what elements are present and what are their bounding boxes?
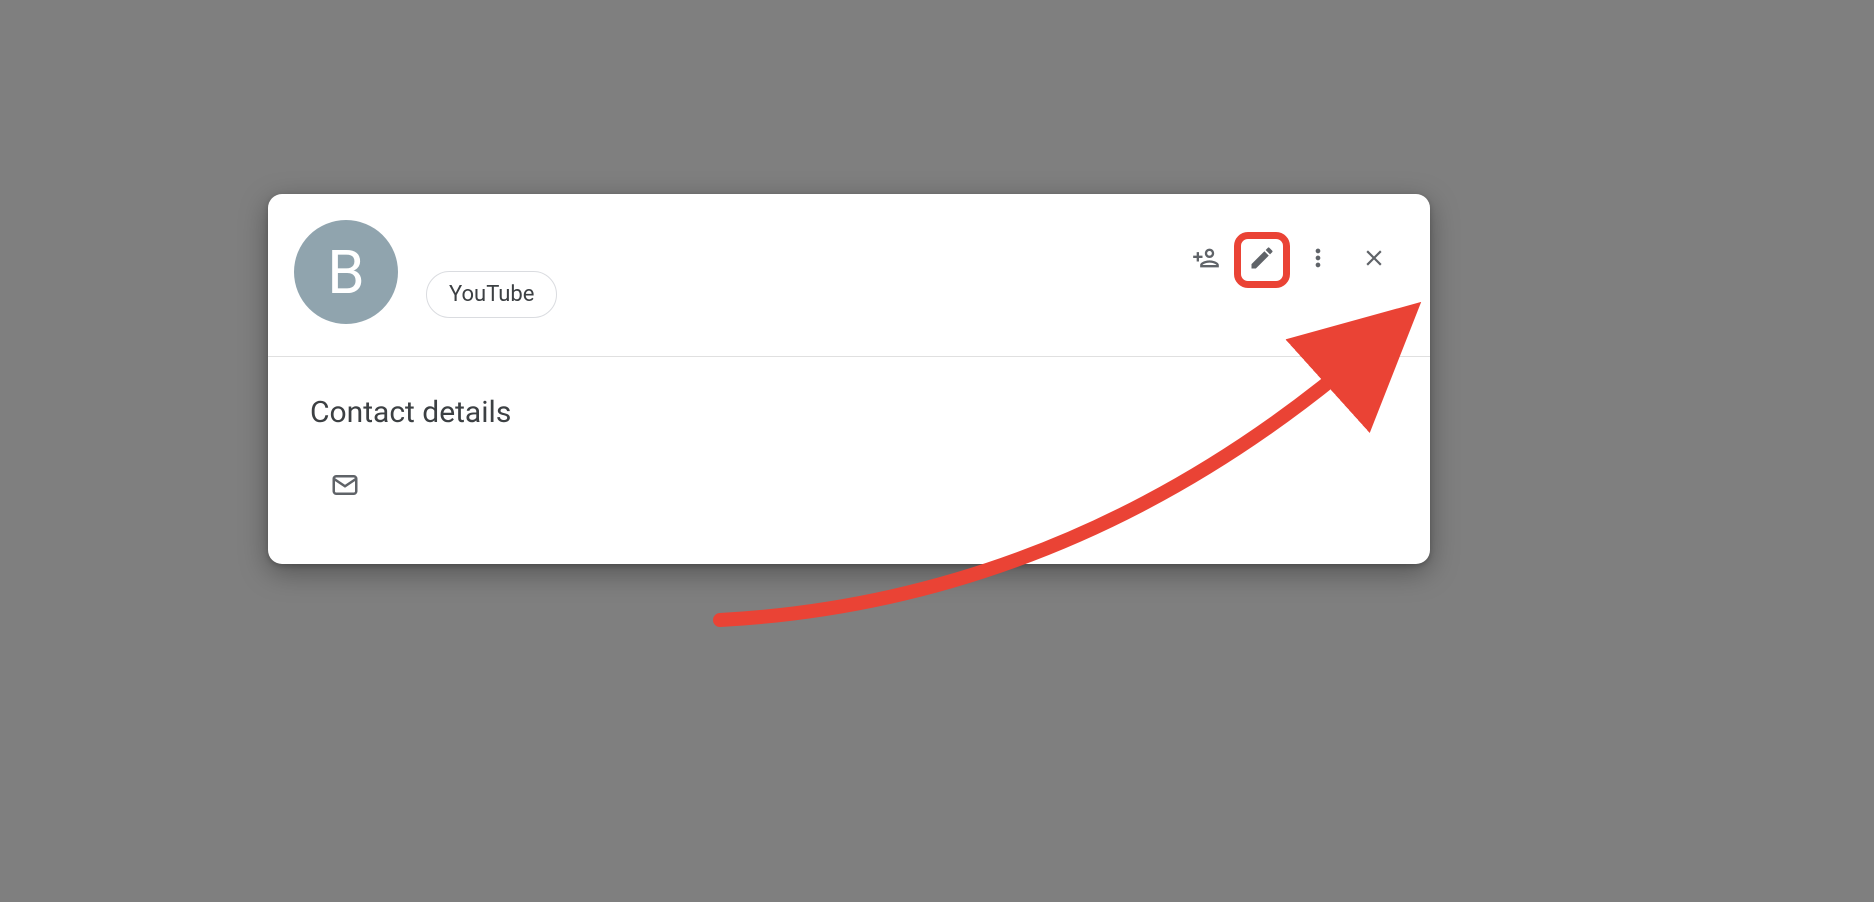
header-actions [1184,238,1396,282]
close-icon [1361,245,1387,275]
contact-header: B YouTube [268,194,1430,356]
close-button[interactable] [1352,238,1396,282]
source-chip[interactable]: YouTube [426,271,557,318]
contact-details-section: Contact details [268,357,1430,564]
more-vert-icon [1304,244,1332,276]
email-icon [330,470,360,504]
avatar[interactable]: B [294,220,398,324]
section-title: Contact details [310,395,1388,430]
pencil-icon [1248,244,1276,276]
chip-label: YouTube [449,282,534,307]
email-row [310,470,1388,504]
contact-card: B YouTube [268,194,1430,564]
person-add-icon [1192,244,1220,276]
label-chips-row: YouTube [426,220,1184,324]
edit-button[interactable] [1240,238,1284,282]
add-contact-button[interactable] [1184,238,1228,282]
avatar-initial: B [327,237,364,308]
more-options-button[interactable] [1296,238,1340,282]
